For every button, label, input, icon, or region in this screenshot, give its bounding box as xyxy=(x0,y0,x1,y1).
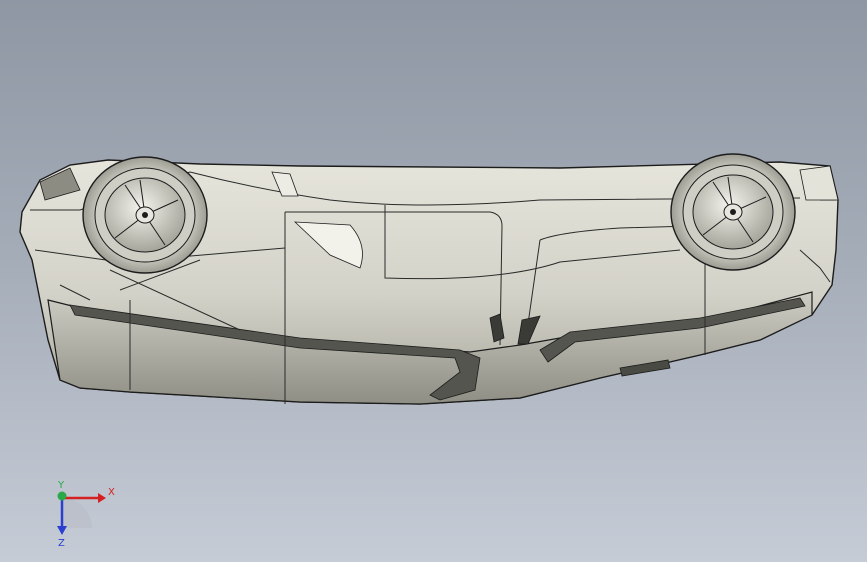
y-axis-label: Y xyxy=(57,480,65,491)
x-axis-head xyxy=(98,493,106,503)
z-axis-label: Z xyxy=(58,538,65,549)
y-axis-dot xyxy=(57,491,67,501)
rear-cap xyxy=(799,165,839,201)
wheel-right[interactable] xyxy=(670,153,796,271)
x-axis-label: X xyxy=(108,487,115,498)
car-model[interactable] xyxy=(0,0,867,562)
orientation-triad: X Y Z xyxy=(40,480,120,550)
z-axis-head xyxy=(57,526,67,535)
graphics-viewport[interactable]: X Y Z xyxy=(0,0,867,562)
wheel-left[interactable] xyxy=(82,156,208,274)
